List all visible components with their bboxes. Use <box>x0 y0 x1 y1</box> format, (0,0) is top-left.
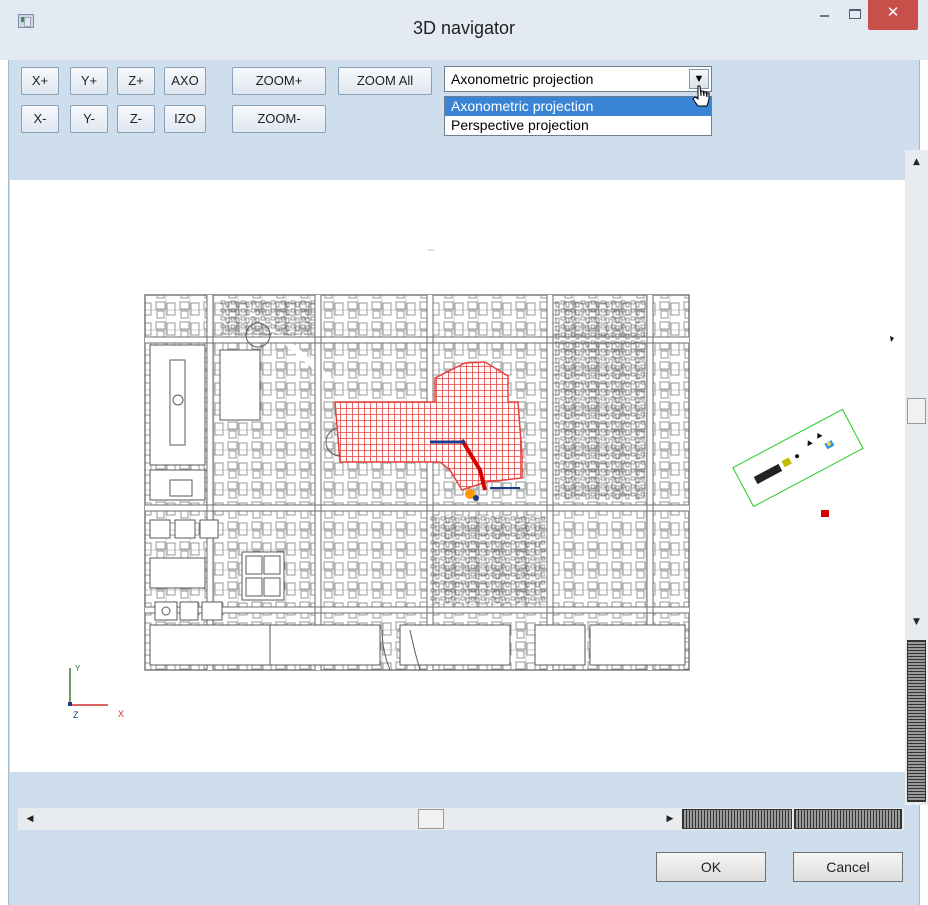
cancel-button[interactable]: Cancel <box>793 852 903 882</box>
dense-block-east <box>555 300 645 500</box>
mouse-cursor-icon <box>692 85 710 107</box>
zoom-out-button[interactable]: ZOOM- <box>232 105 326 133</box>
zoom-all-button[interactable]: ZOOM All <box>338 67 432 95</box>
view-x-plus-button[interactable]: X+ <box>21 67 59 95</box>
view-z-plus-button[interactable]: Z+ <box>117 67 155 95</box>
maximize-button[interactable] <box>840 0 868 30</box>
view-y-minus-button[interactable]: Y- <box>70 105 108 133</box>
red-marker <box>821 510 829 517</box>
view-z-minus-button[interactable]: Z- <box>117 105 155 133</box>
projection-select[interactable]: Axonometric projection ▼ <box>444 66 712 92</box>
detail-inset <box>732 408 864 508</box>
projection-select-value: Axonometric projection <box>451 71 594 87</box>
horizontal-scroll-thumb[interactable] <box>418 809 444 829</box>
horizontal-splitter-handle[interactable] <box>682 809 792 829</box>
scroll-right-icon[interactable]: ▶ <box>660 809 680 829</box>
izo-view-button[interactable]: IZO <box>164 105 206 133</box>
focus-marker-dot <box>473 495 479 501</box>
zoom-in-button[interactable]: ZOOM+ <box>232 67 326 95</box>
axis-indicator: Y X Z <box>68 664 124 720</box>
scroll-up-icon[interactable]: ▲ <box>907 152 926 172</box>
vertical-scroll-thumb[interactable] <box>907 398 926 424</box>
vertical-splitter-handle[interactable] <box>907 640 926 802</box>
projection-option-perspective[interactable]: Perspective projection <box>445 116 711 135</box>
axis-y-label: Y <box>75 664 81 673</box>
title-bar: 3D navigator ✕ <box>0 0 928 60</box>
axo-view-button[interactable]: AXO <box>164 67 206 95</box>
ok-button[interactable]: OK <box>656 852 766 882</box>
window-title: 3D navigator <box>412 18 516 38</box>
projection-options-list: Axonometric projection Perspective proje… <box>444 96 712 136</box>
dense-block-north <box>220 300 315 335</box>
minimize-button[interactable] <box>810 0 838 30</box>
view-x-minus-button[interactable]: X- <box>21 105 59 133</box>
axis-x-label: X <box>118 709 124 719</box>
projection-option-axonometric[interactable]: Axonometric projection <box>445 97 711 116</box>
scroll-left-icon[interactable]: ◀ <box>20 809 40 829</box>
view-y-plus-button[interactable]: Y+ <box>70 67 108 95</box>
vertical-scrollbar[interactable]: ▲ ▼ <box>905 150 928 805</box>
drawing-viewport[interactable]: Y X Z <box>10 180 905 772</box>
horizontal-splitter-handle-2[interactable] <box>794 809 902 829</box>
close-button[interactable]: ✕ <box>868 0 918 30</box>
city-plan-drawing: Y X Z <box>68 249 894 720</box>
scroll-down-icon[interactable]: ▼ <box>907 612 926 632</box>
dense-block-south <box>430 515 545 605</box>
horizontal-scrollbar[interactable]: ◀ ▶ <box>18 808 904 830</box>
stray-marker-icon <box>890 336 894 342</box>
axis-z-label: Z <box>73 710 79 720</box>
